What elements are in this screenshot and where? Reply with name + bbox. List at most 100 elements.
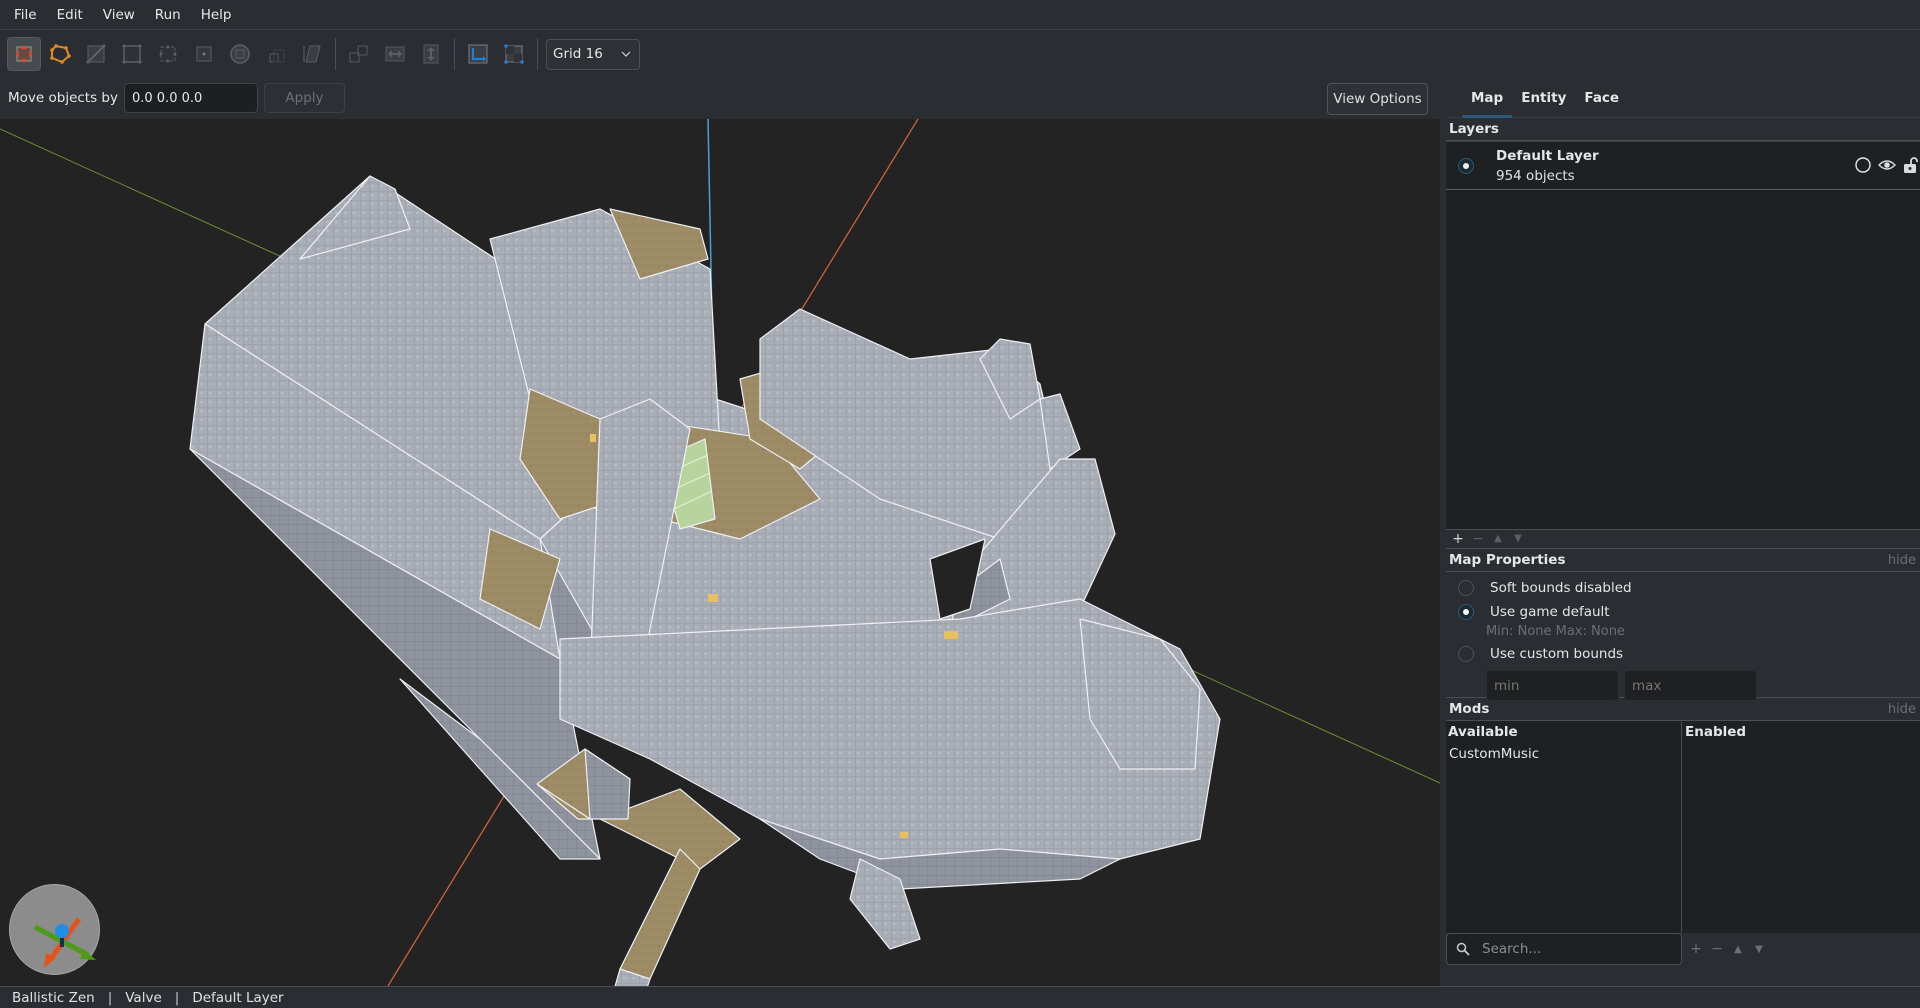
move-mod-down-button[interactable]: ▼ xyxy=(1753,944,1765,955)
map-properties-header: Map Properties hide xyxy=(1446,549,1920,572)
chevron-down-icon xyxy=(621,51,631,57)
enabled-mods-header: Enabled xyxy=(1685,724,1747,740)
map-properties-body: Soft bounds disabled Use game default Mi… xyxy=(1446,572,1920,701)
view-options-button[interactable]: View Options xyxy=(1327,83,1428,115)
move-layer-up-button[interactable]: ▲ xyxy=(1492,530,1504,548)
menu-help[interactable]: Help xyxy=(191,0,242,30)
move-objects-bar: Move objects by Apply View Options xyxy=(0,77,1440,119)
layer-row[interactable]: Default Layer 954 objects xyxy=(1446,142,1920,190)
unlock-icon[interactable] xyxy=(1902,156,1920,174)
layer-object-count: 954 objects xyxy=(1496,167,1575,184)
flip-vertical-icon xyxy=(423,44,439,64)
mods-search-input[interactable] xyxy=(1482,941,1672,957)
status-game-name: Valve xyxy=(125,989,162,1006)
visibility-eye-icon[interactable] xyxy=(1878,156,1896,174)
add-layer-button[interactable]: + xyxy=(1452,530,1464,548)
menu-bar: File Edit View Run Help xyxy=(0,0,1920,30)
omit-from-export-icon[interactable] xyxy=(1854,156,1872,174)
use-custom-bounds-option[interactable]: Use custom bounds xyxy=(1446,642,1920,666)
use-custom-bounds-radio[interactable] xyxy=(1458,646,1474,662)
face-tool-button[interactable] xyxy=(115,37,149,71)
edge-tool-icon xyxy=(86,44,106,64)
grid-size-select[interactable]: Grid 16 xyxy=(546,38,640,70)
layer-active-radio[interactable] xyxy=(1458,157,1474,174)
shear-tool-button[interactable] xyxy=(295,37,329,71)
grid-size-value: Grid 16 xyxy=(553,46,603,62)
mods-header: Mods hide xyxy=(1446,698,1920,721)
soft-bounds-disabled-label: Soft bounds disabled xyxy=(1490,580,1632,596)
inspector-tabs: Map Entity Face xyxy=(1446,77,1920,118)
toolbar-separator xyxy=(454,38,455,70)
bounds-max-input[interactable] xyxy=(1624,670,1757,701)
layers-toolbar: + − ▲ ▼ xyxy=(1446,529,1920,549)
use-game-default-radio[interactable] xyxy=(1458,604,1474,620)
duplicate-icon xyxy=(349,45,368,63)
tab-entity[interactable]: Entity xyxy=(1512,90,1575,117)
bounds-min-input[interactable] xyxy=(1486,670,1619,701)
layer-name: Default Layer xyxy=(1496,147,1599,164)
status-separator: | xyxy=(107,989,113,1006)
rotate-tool-icon xyxy=(230,44,250,64)
orientation-gizmo[interactable] xyxy=(9,884,100,975)
available-mods-header: Available xyxy=(1448,724,1518,740)
scale-tool-icon xyxy=(269,49,285,63)
use-custom-bounds-label: Use custom bounds xyxy=(1490,646,1624,662)
move-objects-label: Move objects by xyxy=(8,90,118,106)
flip-vertical-button[interactable] xyxy=(414,37,448,71)
mods-lists: Available CustomMusic Enabled xyxy=(1446,721,1920,933)
apply-button[interactable]: Apply xyxy=(263,83,345,113)
axis-gizmo-icon xyxy=(33,917,96,968)
enabled-mods-list: Enabled xyxy=(1682,721,1920,933)
menu-edit[interactable]: Edit xyxy=(47,0,93,30)
tab-face[interactable]: Face xyxy=(1575,90,1628,117)
map-render xyxy=(0,119,1440,986)
menu-view[interactable]: View xyxy=(93,0,145,30)
texture-lock-icon xyxy=(468,44,488,64)
map-properties-hide-link[interactable]: hide xyxy=(1888,553,1916,568)
clip-tool-icon xyxy=(159,45,177,63)
soft-bounds-disabled-radio[interactable] xyxy=(1458,580,1474,596)
map-properties-title: Map Properties xyxy=(1449,552,1566,568)
vertex-tool-button[interactable] xyxy=(43,37,77,71)
flip-horizontal-icon xyxy=(385,46,405,62)
mods-search-field[interactable] xyxy=(1446,933,1682,965)
texture-lock-button[interactable] xyxy=(461,37,495,71)
use-game-default-label: Use game default xyxy=(1490,604,1610,620)
layers-header: Layers xyxy=(1446,118,1920,141)
status-current-layer: Default Layer xyxy=(192,989,284,1006)
point-tool-button[interactable] xyxy=(187,37,221,71)
mods-hide-link[interactable]: hide xyxy=(1888,702,1916,717)
flip-horizontal-button[interactable] xyxy=(378,37,412,71)
scale-tool-button[interactable] xyxy=(259,37,293,71)
edge-tool-button[interactable] xyxy=(79,37,113,71)
status-bar: Ballistic Zen | Valve | Default Layer xyxy=(0,986,1920,1008)
use-game-default-option[interactable]: Use game default xyxy=(1446,600,1920,624)
remove-layer-button[interactable]: − xyxy=(1472,530,1484,548)
enable-mod-button[interactable]: + xyxy=(1690,941,1702,957)
tab-map[interactable]: Map xyxy=(1462,90,1513,118)
uv-lock-button[interactable] xyxy=(497,37,531,71)
duplicate-button[interactable] xyxy=(342,37,376,71)
status-map-name: Ballistic Zen xyxy=(12,989,95,1006)
clip-tool-button[interactable] xyxy=(151,37,185,71)
layers-title: Layers xyxy=(1449,121,1499,137)
move-offset-input[interactable] xyxy=(123,83,258,113)
move-mod-up-button[interactable]: ▲ xyxy=(1732,944,1744,955)
face-tool-icon xyxy=(122,44,142,64)
rotate-tool-button[interactable] xyxy=(223,37,257,71)
shear-tool-icon xyxy=(303,45,321,63)
menu-run[interactable]: Run xyxy=(145,0,191,30)
uv-lock-icon xyxy=(504,44,524,64)
point-tool-icon xyxy=(196,46,212,62)
search-icon xyxy=(1456,942,1470,956)
move-tool-button[interactable] xyxy=(7,37,41,71)
layers-list: Default Layer 954 objects xyxy=(1446,141,1920,529)
mod-list-item[interactable]: CustomMusic xyxy=(1446,743,1681,765)
3d-viewport[interactable] xyxy=(0,119,1440,986)
soft-bounds-disabled-option[interactable]: Soft bounds disabled xyxy=(1446,576,1920,600)
mods-title: Mods xyxy=(1449,701,1490,717)
status-separator: | xyxy=(174,989,180,1006)
move-layer-down-button[interactable]: ▼ xyxy=(1512,530,1524,548)
menu-file[interactable]: File xyxy=(4,0,47,30)
disable-mod-button[interactable]: − xyxy=(1711,941,1723,957)
